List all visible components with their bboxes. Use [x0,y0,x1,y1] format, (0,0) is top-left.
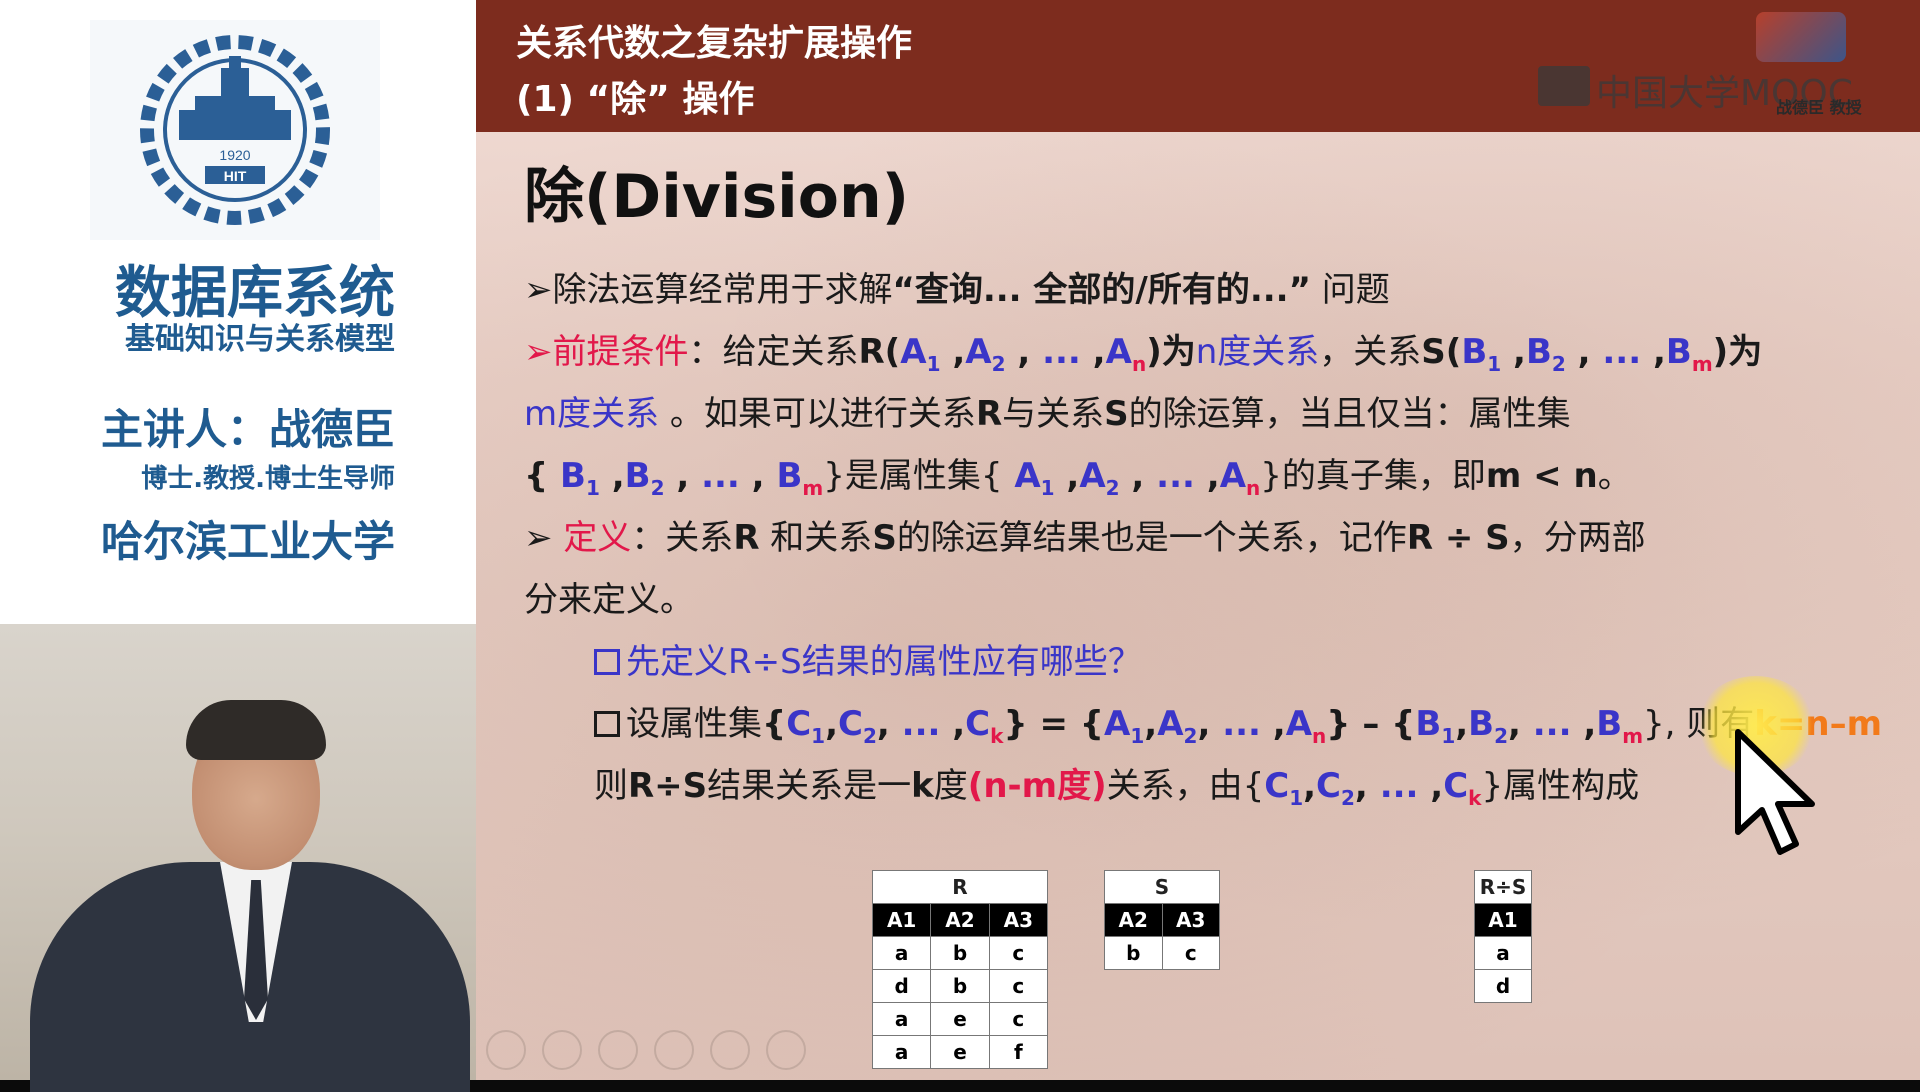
bullet-definition-line2: 分来定义。 [524,580,694,620]
attr-a2: A2 [965,332,1006,376]
precondition-with: 与关系 [1002,394,1105,434]
bullet-arrow-icon: ➢ [524,518,553,558]
m-degree: m度关系 [524,394,660,434]
brand-tag: 战德臣 教授 [1776,98,1862,117]
table-row: a [1474,936,1532,970]
subset-text: }是属性集{ [823,456,1003,496]
definition-text: ：关系 [631,518,734,558]
rel-s: S [1104,394,1129,434]
sub-bullet-result: 则R÷S结果关系是一k度(n-m度)关系，由{C1,C2, ... ,Ck}属性… [594,766,1640,810]
subset-tail: }的真子集，即 [1260,456,1486,496]
pen-icon[interactable] [598,1030,638,1070]
slide-header-title: 关系代数之复杂扩展操作 [516,23,913,64]
table-header: A1 [1474,903,1532,937]
bullet-definition: ➢ 定义：关系R 和关系S的除运算结果也是一个关系，记作R ÷ S，分两部 [524,518,1646,558]
relation-s-table: S A2 A3 bc [1104,870,1220,970]
table-header: A2 [1104,903,1163,937]
precondition-comma: ，关系 [1319,332,1422,372]
rel-s-head: S( [1421,332,1462,372]
n-degree: n度关系 [1195,332,1320,372]
table-name: R÷S [1474,870,1532,904]
table-header: A3 [988,903,1049,937]
bullet-usage-quote: “查询... 全部的/所有的...” [892,270,1311,310]
checkbox-icon [594,711,620,737]
lecturer-name: 主讲人：战德臣 [100,405,395,454]
bullet-precondition-line2: m度关系 。如果可以进行关系R与关系S的除运算，当且仅当：属性集 [524,386,1571,435]
precondition-rest: 。如果可以进行关系 [659,394,976,434]
sub-bullet-attributes-text: 先定义R÷S结果的属性应有哪些？ [626,642,1142,682]
definition-rest: 的除运算结果也是一个关系，记作 [896,518,1407,558]
rel-r: R [975,394,1003,434]
bullet-usage-tail: 问题 [1310,270,1390,310]
ellipsis: ... [1042,332,1081,372]
attr-b2: B2 [1525,332,1566,376]
hit-logo: 1920 HIT [90,20,380,240]
precondition-text: ：给定关系 [688,332,859,372]
degree-paren: (n-m度) [967,766,1107,806]
more-icon[interactable] [766,1030,806,1070]
table-name: R [872,870,1048,904]
table-header: A1 [871,903,932,937]
division-expr-small: R÷S [628,766,708,806]
checkbox-icon [594,649,620,675]
table-row: bc [1104,936,1220,970]
table-row: d [1474,969,1532,1003]
slide-canvas: 关系代数之复杂扩展操作 (1) “除” 操作 中国大学MOOC 战德臣 教授 除… [476,0,1920,1080]
bullet-usage: ➢除法运算经常用于求解“查询... 全部的/所有的...” 问题 [524,262,1390,311]
attr-an: An [1105,332,1147,376]
zoom-icon[interactable] [710,1030,750,1070]
logo-text: HIT [224,168,247,184]
table-header: A2 [930,903,990,937]
table-row: aef [871,1035,1049,1069]
mouse-pointer-icon [1735,729,1815,855]
sub-bullet-attribute-set: 设属性集{C1,C2, ... ,Ck} = {A1,A2, ... ,An} … [594,696,1882,748]
logo-year: 1920 [219,147,250,163]
rel-r-tail: )为 [1146,332,1196,372]
slide-header-subtitle: (1) “除” 操作 [516,79,755,120]
division-expr: R ÷ S [1406,518,1510,558]
bullet-precondition: ➢前提条件：给定关系R(A1 ,A2 , ... ,An)为n度关系，关系S(B… [524,332,1763,376]
sub-bullet-attributes: 先定义R÷S结果的属性应有哪些？ [594,634,1142,683]
table-row: dbc [871,969,1049,1003]
lecturer-hair [186,700,326,760]
inequality: m < n [1485,456,1598,496]
slide-title: 除(Division) [524,162,910,232]
slides-grid-icon[interactable] [654,1030,694,1070]
rel-r-head: R( [858,332,901,372]
precondition-label: 前提条件 [552,332,689,372]
university-name: 哈尔滨工业大学 [100,517,395,566]
attr-a1: A1 [900,332,941,376]
relation-r-table: R A1 A2 A3 abc dbc aec aef [871,870,1049,1069]
bullet-arrow-icon: ➢ [524,270,553,310]
mooc-logo-icon [1538,66,1590,106]
slide-nav-controls [486,1030,806,1070]
slide-header: 关系代数之复杂扩展操作 (1) “除” 操作 中国大学MOOC 战德臣 教授 [476,0,1920,132]
prev-slide-icon[interactable] [486,1030,526,1070]
next-slide-icon[interactable] [542,1030,582,1070]
bullet-arrow-icon: ➢ [524,332,553,372]
precondition-cond: 的除运算，当且仅当：属性集 [1128,394,1571,434]
table-row: aec [871,1002,1049,1036]
bullet-usage-text: 除法运算经常用于求解 [552,270,893,310]
ellipsis: ... [1602,332,1642,372]
table-name: S [1104,870,1220,904]
hit-emblem-icon: 1920 HIT [140,35,330,225]
attr-bm: Bm [1665,332,1713,376]
relation-rs-table: R÷S A1 a d [1474,870,1532,1003]
course-subtitle: 基础知识与关系模型 [125,322,395,357]
bullet-precondition-line3: { B1 ,B2 , ... , Bm}是属性集{ A1 ,A2 , ... ,… [524,456,1632,500]
attr-b1: B1 [1461,332,1502,376]
rel-s-tail: )为 [1712,332,1763,372]
ices-logo-icon [1756,12,1846,62]
lecturer-title: 博士.教授.博士生导师 [141,464,395,494]
definition-label: 定义 [563,518,632,558]
table-row: abc [871,936,1049,970]
table-header: A3 [1161,903,1220,937]
